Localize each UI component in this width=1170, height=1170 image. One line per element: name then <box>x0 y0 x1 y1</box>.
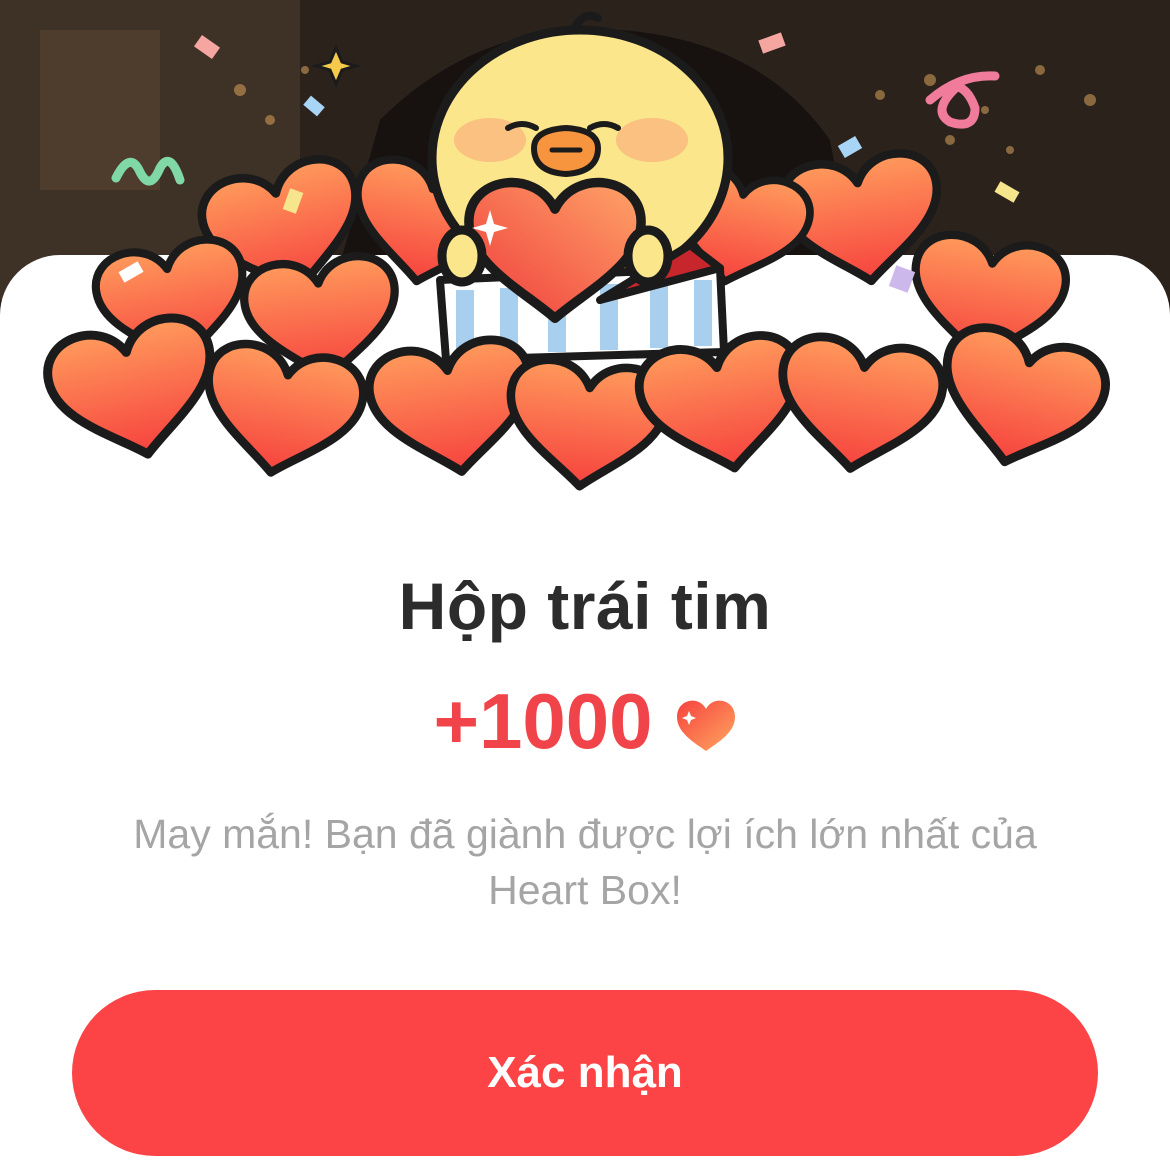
reward-message: May mắn! Bạn đã giành được lợi ích lớn n… <box>133 811 1037 913</box>
dialog-title: Hộp trái tim <box>398 569 772 643</box>
reward-row: +1000 <box>0 676 1170 767</box>
confirm-button[interactable]: Xác nhận <box>72 990 1098 1156</box>
heart-box-illustration <box>0 11 1170 520</box>
reward-amount: +1000 <box>433 677 653 765</box>
heart-icon <box>676 700 735 751</box>
heart-box-screen: Hộp trái tim +1000 May mắn! Bạn đã giành… <box>0 0 1170 1170</box>
